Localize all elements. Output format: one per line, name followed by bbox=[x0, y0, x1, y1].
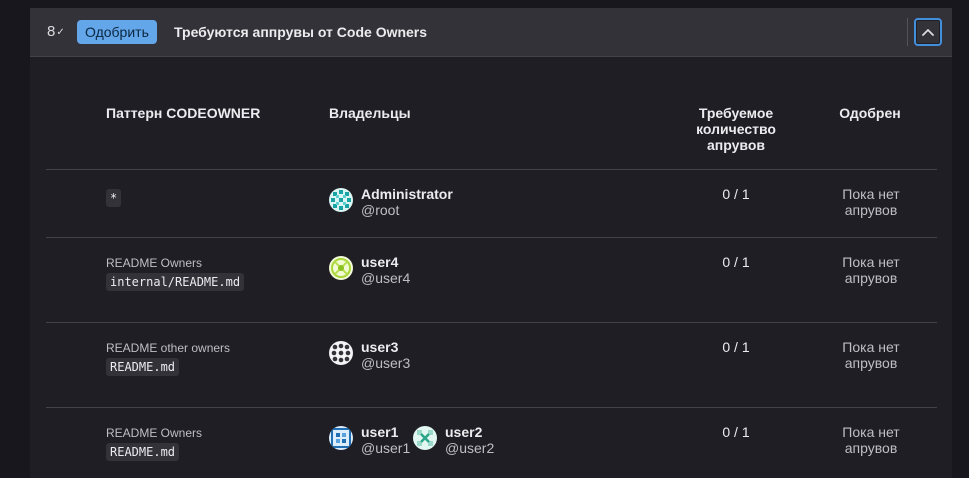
approve-button[interactable]: Одобрить bbox=[77, 20, 157, 44]
owner-name[interactable]: user4 bbox=[361, 254, 410, 270]
pattern-code: internal/README.md bbox=[106, 273, 245, 291]
owner-username: @root bbox=[361, 202, 400, 218]
collapse-button[interactable] bbox=[914, 18, 942, 46]
pattern-code: README.md bbox=[106, 358, 180, 376]
row-divider bbox=[46, 322, 937, 323]
row-divider bbox=[46, 237, 937, 238]
column-header-owners: Владельцы bbox=[329, 105, 411, 121]
owner-username: @user1 bbox=[361, 440, 411, 456]
owner-item: user4 @user4 bbox=[329, 254, 410, 286]
approvals-indicator: 8 ✓ bbox=[47, 23, 65, 40]
pattern-code: README.md bbox=[106, 443, 180, 461]
approval-count: 0 / 1 bbox=[722, 424, 750, 440]
approval-status: Пока нет апрувов bbox=[842, 186, 900, 218]
chevron-up-icon bbox=[922, 29, 934, 36]
avatar[interactable] bbox=[329, 426, 353, 450]
section-name: README Owners bbox=[106, 256, 203, 270]
owner-item: user1 @user1 bbox=[329, 424, 410, 456]
header-divider bbox=[907, 18, 908, 46]
approvals-count: 8 bbox=[47, 23, 56, 40]
approval-count: 0 / 1 bbox=[722, 339, 750, 355]
section-name: README Owners bbox=[106, 426, 203, 440]
owner-username: @user3 bbox=[361, 355, 411, 371]
approval-status: Пока нет апрувов bbox=[842, 339, 900, 371]
owner-name[interactable]: user3 bbox=[361, 339, 410, 355]
section-name: README other owners bbox=[106, 341, 231, 355]
avatar[interactable] bbox=[329, 188, 353, 212]
owner-item: Administrator @root bbox=[329, 186, 453, 218]
check-icon: ✓ bbox=[56, 27, 65, 38]
approval-status: Пока нет апрувов bbox=[842, 424, 900, 456]
owner-name[interactable]: user1 bbox=[361, 424, 410, 440]
approval-count: 0 / 1 bbox=[722, 254, 750, 270]
pattern-code: * bbox=[106, 189, 122, 207]
column-header-required: Требуемое количество апрувов bbox=[696, 105, 776, 153]
row-divider bbox=[46, 407, 937, 408]
owner-username: @user2 bbox=[445, 440, 495, 456]
avatar[interactable] bbox=[329, 341, 353, 365]
approval-status: Пока нет апрувов bbox=[842, 254, 900, 286]
approval-count: 0 / 1 bbox=[722, 186, 750, 202]
approval-title: Требуются аппрувы от Code Owners bbox=[174, 24, 428, 40]
avatar[interactable] bbox=[329, 256, 353, 280]
owner-item: user3 @user3 bbox=[329, 339, 410, 371]
owner-item: user2 @user2 bbox=[413, 424, 494, 456]
owner-username: @user4 bbox=[361, 270, 411, 286]
avatar[interactable] bbox=[413, 426, 437, 450]
approval-header: 8 ✓ Одобрить Требуются аппрувы от Code O… bbox=[30, 8, 952, 57]
code-owners-approval-panel: 8 ✓ Одобрить Требуются аппрувы от Code O… bbox=[30, 8, 952, 478]
column-header-approved: Одобрен bbox=[839, 105, 901, 121]
column-header-pattern: Паттерн CODEOWNER bbox=[106, 105, 261, 121]
owner-name[interactable]: Administrator bbox=[361, 186, 453, 202]
owner-name[interactable]: user2 bbox=[445, 424, 494, 440]
row-divider bbox=[46, 169, 937, 170]
